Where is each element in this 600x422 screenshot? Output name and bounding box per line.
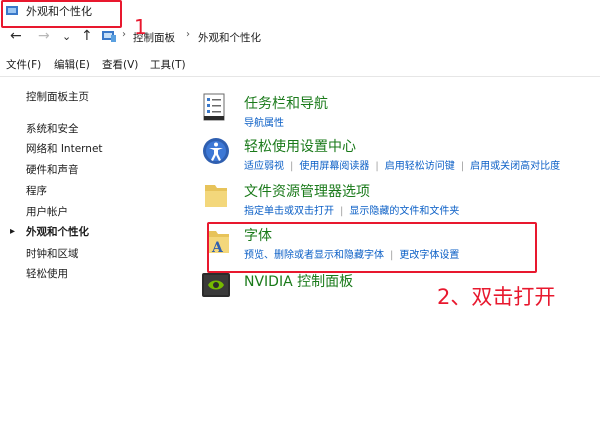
- sidebar-item-programs[interactable]: 程序: [26, 183, 47, 198]
- link-high-contrast[interactable]: 启用或关闭高对比度: [470, 161, 560, 172]
- back-button[interactable]: ←: [10, 28, 22, 44]
- category-title-file-explorer[interactable]: 文件资源管理器选项: [244, 181, 370, 201]
- link-single-double-click[interactable]: 指定单击或双击打开: [244, 206, 334, 217]
- link-separator: |: [375, 161, 379, 172]
- active-indicator-icon: ▸: [10, 226, 16, 237]
- taskbar-icon[interactable]: [201, 93, 231, 123]
- sidebar-item-clock-region[interactable]: 时钟和区域: [26, 246, 79, 261]
- menu-bar: 文件(F) 编辑(E) 查看(V) 工具(T): [0, 56, 600, 74]
- link-show-hidden-files[interactable]: 显示隐藏的文件和文件夹: [349, 206, 459, 217]
- forward-button[interactable]: →: [38, 28, 50, 44]
- breadcrumb-appearance[interactable]: 外观和个性化: [198, 30, 261, 45]
- link-navigation-properties[interactable]: 导航属性: [244, 118, 284, 129]
- breadcrumb-separator: ›: [186, 29, 190, 40]
- sidebar-item-ease-of-access[interactable]: 轻松使用: [26, 266, 68, 281]
- annotation-step-2: 2、双击打开: [437, 285, 556, 309]
- sidebar-item-hardware[interactable]: 硬件和声音: [26, 162, 79, 177]
- category-links-ease-of-access: 适应弱视 | 使用屏幕阅读器 | 启用轻松访问键 | 启用或关闭高对比度: [244, 157, 560, 172]
- link-low-vision[interactable]: 适应弱视: [244, 161, 284, 172]
- breadcrumb-separator: ›: [122, 29, 126, 40]
- folder-icon[interactable]: [201, 181, 231, 211]
- sidebar-item-appearance[interactable]: 外观和个性化: [26, 224, 89, 239]
- sidebar-item-system-security[interactable]: 系统和安全: [26, 121, 79, 136]
- navigation-bar: ← → ⌄ ↑ › 控制面板 › 外观和个性化: [0, 25, 600, 49]
- link-screen-reader[interactable]: 使用屏幕阅读器: [299, 161, 369, 172]
- annotation-box-fonts: [207, 222, 537, 273]
- sidebar-item-network[interactable]: 网络和 Internet: [26, 141, 103, 156]
- annotation-step-1: 1: [134, 15, 147, 39]
- up-button[interactable]: ↑: [81, 28, 93, 44]
- category-links-file-explorer: 指定单击或双击打开 | 显示隐藏的文件和文件夹: [244, 202, 459, 217]
- recent-locations-button[interactable]: ⌄: [62, 30, 71, 43]
- link-separator: |: [340, 206, 344, 217]
- menu-divider: [0, 76, 600, 77]
- menu-edit[interactable]: 编辑(E): [54, 57, 90, 72]
- link-separator: |: [460, 161, 465, 172]
- link-access-keys[interactable]: 启用轻松访问键: [385, 161, 455, 172]
- menu-file[interactable]: 文件(F): [6, 57, 41, 72]
- category-title-nvidia[interactable]: NVIDIA 控制面板: [244, 271, 353, 291]
- nvidia-icon[interactable]: [201, 270, 231, 300]
- sidebar-item-user-accounts[interactable]: 用户帐户: [26, 204, 68, 219]
- category-title-ease-of-access[interactable]: 轻松使用设置中心: [244, 136, 356, 156]
- annotation-box-title: [1, 0, 122, 28]
- sidebar-item-home[interactable]: 控制面板主页: [26, 89, 89, 104]
- menu-tools[interactable]: 工具(T): [150, 57, 186, 72]
- category-links-taskbar: 导航属性: [244, 114, 284, 129]
- menu-view[interactable]: 查看(V): [102, 57, 138, 72]
- control-panel-address-icon: [102, 31, 116, 42]
- link-separator: |: [290, 161, 294, 172]
- ease-of-access-icon[interactable]: [201, 136, 231, 166]
- category-title-taskbar[interactable]: 任务栏和导航: [244, 93, 328, 113]
